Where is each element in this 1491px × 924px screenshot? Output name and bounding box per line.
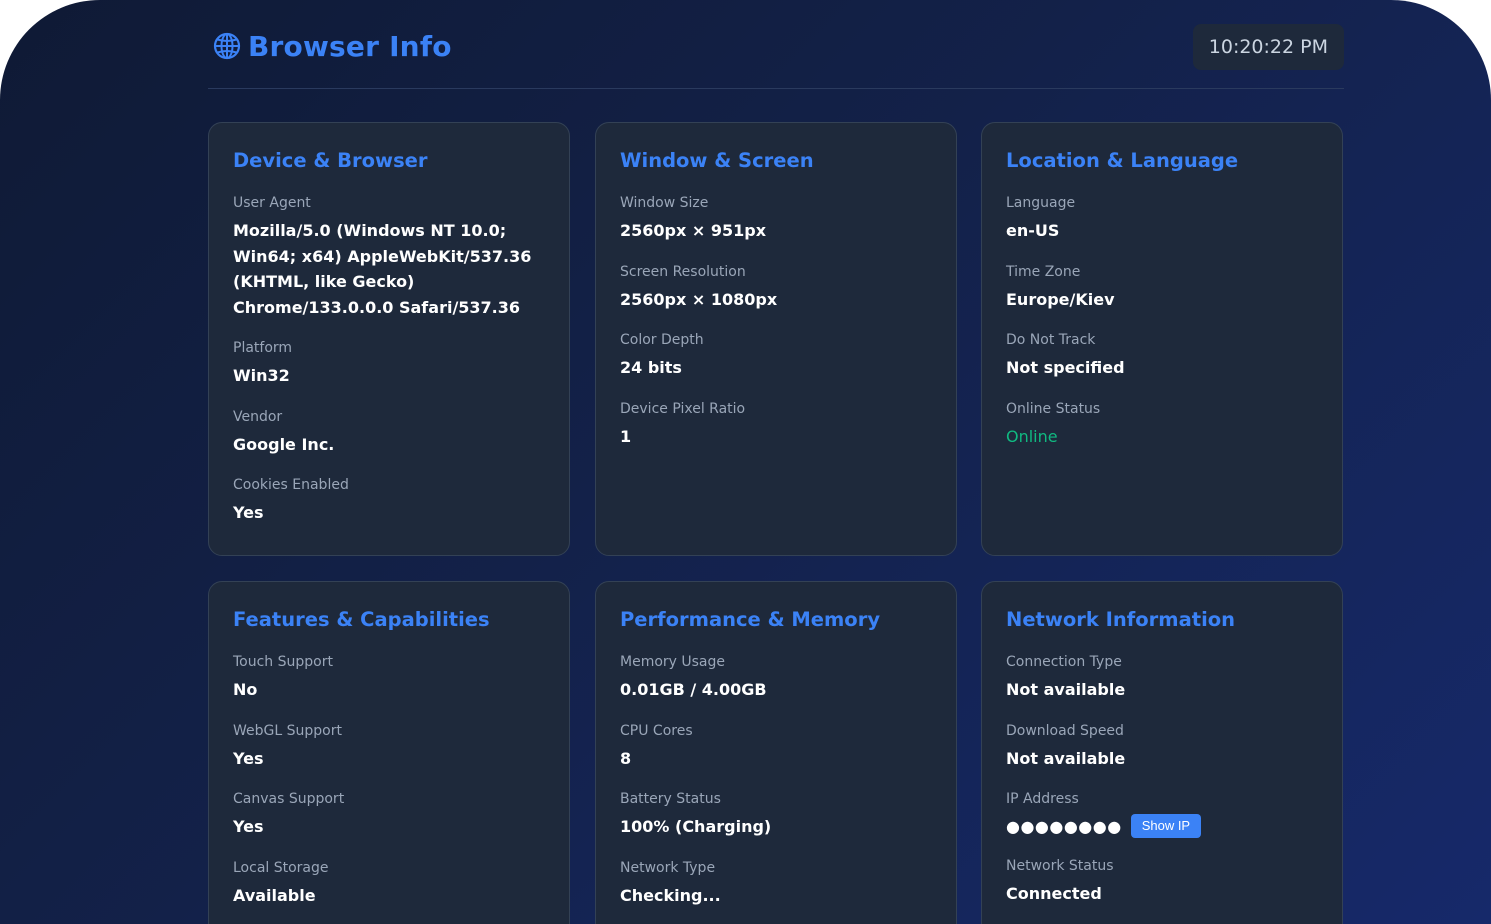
field-user-agent: User Agent Mozilla/5.0 (Windows NT 10.0;…	[233, 194, 545, 320]
field-value: 8	[620, 748, 632, 768]
field-canvas-support: Canvas Support Yes	[233, 790, 545, 840]
field-label: Do Not Track	[1006, 332, 1096, 348]
field-value: Yes	[233, 817, 264, 836]
field-value: 0.01GB / 4.00GB	[620, 680, 767, 699]
field-label: Network Status	[1006, 858, 1114, 874]
field-value: No	[233, 680, 258, 699]
field-local-storage: Local Storage Available	[233, 859, 545, 909]
ip-masked-value: ●●●●●●●●	[1006, 816, 1122, 836]
online-status-value: Online	[1006, 426, 1058, 446]
field-label: User Agent	[233, 195, 311, 211]
field-ip-address: IP Address ●●●●●●●● Show IP	[1006, 790, 1318, 838]
field-window-size: Window Size 2560px × 951px	[620, 194, 932, 244]
card-title: Device & Browser	[233, 149, 428, 172]
title-group: Browser Info	[212, 30, 452, 63]
field-value: 100% (Charging)	[620, 817, 772, 836]
field-network-status: Network Status Connected	[1006, 857, 1318, 907]
globe-icon	[213, 32, 241, 60]
field-value: Google Inc.	[233, 434, 335, 454]
field-value: Yes	[233, 748, 264, 768]
field-label: Vendor	[233, 408, 283, 425]
field-value: en-US	[1006, 221, 1060, 240]
field-value: 2560px × 951px	[620, 221, 767, 240]
page-header: Browser Info 10:20:22 PM	[208, 0, 1344, 89]
field-battery-status: Battery Status 100% (Charging)	[620, 790, 932, 840]
field-label: Device Pixel Ratio	[620, 400, 746, 417]
card-network-information: Network Information Connection Type Not …	[981, 581, 1343, 924]
field-cpu-cores: CPU Cores 8	[620, 722, 932, 772]
card-performance-memory: Performance & Memory Memory Usage 0.01GB…	[595, 581, 957, 924]
field-value: Europe/Kiev	[1006, 289, 1115, 309]
field-time-zone: Time Zone Europe/Kiev	[1006, 263, 1318, 313]
field-online-status: Online Status Online	[1006, 400, 1318, 450]
field-value: Not available	[1006, 748, 1126, 768]
field-label: Color Depth	[620, 332, 704, 348]
app-window: Browser Info 10:20:22 PM Device & Browse…	[0, 0, 1491, 924]
field-label: IP Address	[1006, 791, 1079, 807]
field-value: Checking...	[620, 885, 721, 905]
card-title: Location & Language	[1006, 149, 1239, 172]
field-label: Language	[1006, 195, 1076, 211]
field-touch-support: Touch Support No	[233, 653, 545, 703]
field-label: Screen Resolution	[620, 263, 746, 280]
field-language: Language en-US	[1006, 194, 1318, 244]
field-memory-usage: Memory Usage 0.01GB / 4.00GB	[620, 653, 932, 703]
field-label: Time Zone	[1006, 263, 1081, 280]
clock-display: 10:20:22 PM	[1192, 24, 1344, 70]
ip-row: ●●●●●●●● Show IP	[1006, 814, 1318, 838]
field-value: Win32	[233, 366, 290, 385]
field-download-speed: Download Speed Not available	[1006, 722, 1318, 772]
field-value: Mozilla/5.0 (Windows NT 10.0; Win64; x64…	[233, 221, 532, 317]
field-value: Not specified	[1006, 358, 1125, 377]
field-label: Online Status	[1006, 400, 1101, 417]
field-platform: Platform Win32	[233, 339, 545, 389]
field-label: Canvas Support	[233, 791, 345, 807]
field-label: Local Storage	[233, 859, 329, 876]
field-value: Connected	[1006, 884, 1102, 903]
field-label: Connection Type	[1006, 654, 1122, 670]
field-value: 1	[620, 426, 632, 446]
field-label: Window Size	[620, 195, 709, 211]
field-label: Platform	[233, 340, 293, 356]
field-value: Available	[233, 885, 316, 905]
field-network-type: Network Type Checking...	[620, 859, 932, 909]
card-title: Features & Capabilities	[233, 608, 490, 631]
field-label: Network Type	[620, 859, 716, 876]
card-title: Performance & Memory	[620, 608, 881, 631]
card-window-screen: Window & Screen Window Size 2560px × 951…	[595, 122, 957, 556]
field-color-depth: Color Depth 24 bits	[620, 331, 932, 381]
field-label: Touch Support	[233, 654, 333, 670]
main-container: Browser Info 10:20:22 PM Device & Browse…	[208, 0, 1344, 924]
field-value: 2560px × 1080px	[620, 289, 778, 309]
field-vendor: Vendor Google Inc.	[233, 408, 545, 458]
card-location-language: Location & Language Language en-US Time …	[981, 122, 1343, 556]
field-label: CPU Cores	[620, 722, 693, 739]
field-label: WebGL Support	[233, 722, 342, 739]
field-value: Not available	[1006, 680, 1126, 699]
card-title: Network Information	[1006, 608, 1236, 631]
field-label: Download Speed	[1006, 722, 1124, 739]
field-screen-resolution: Screen Resolution 2560px × 1080px	[620, 263, 932, 313]
field-label: Battery Status	[620, 791, 721, 807]
field-do-not-track: Do Not Track Not specified	[1006, 331, 1318, 381]
card-device-browser: Device & Browser User Agent Mozilla/5.0 …	[208, 122, 570, 556]
field-webgl-support: WebGL Support Yes	[233, 722, 545, 772]
page-title: Browser Info	[248, 29, 452, 63]
field-value: Yes	[233, 503, 264, 522]
card-title: Window & Screen	[620, 149, 814, 172]
field-connection-type: Connection Type Not available	[1006, 653, 1318, 703]
field-label: Memory Usage	[620, 654, 726, 670]
show-ip-button[interactable]: Show IP	[1130, 814, 1202, 838]
field-cookies: Cookies Enabled Yes	[233, 476, 545, 526]
field-label: Cookies Enabled	[233, 477, 349, 493]
field-value: 24 bits	[620, 358, 682, 377]
card-features-capabilities: Features & Capabilities Touch Support No…	[208, 581, 570, 924]
field-pixel-ratio: Device Pixel Ratio 1	[620, 400, 932, 450]
